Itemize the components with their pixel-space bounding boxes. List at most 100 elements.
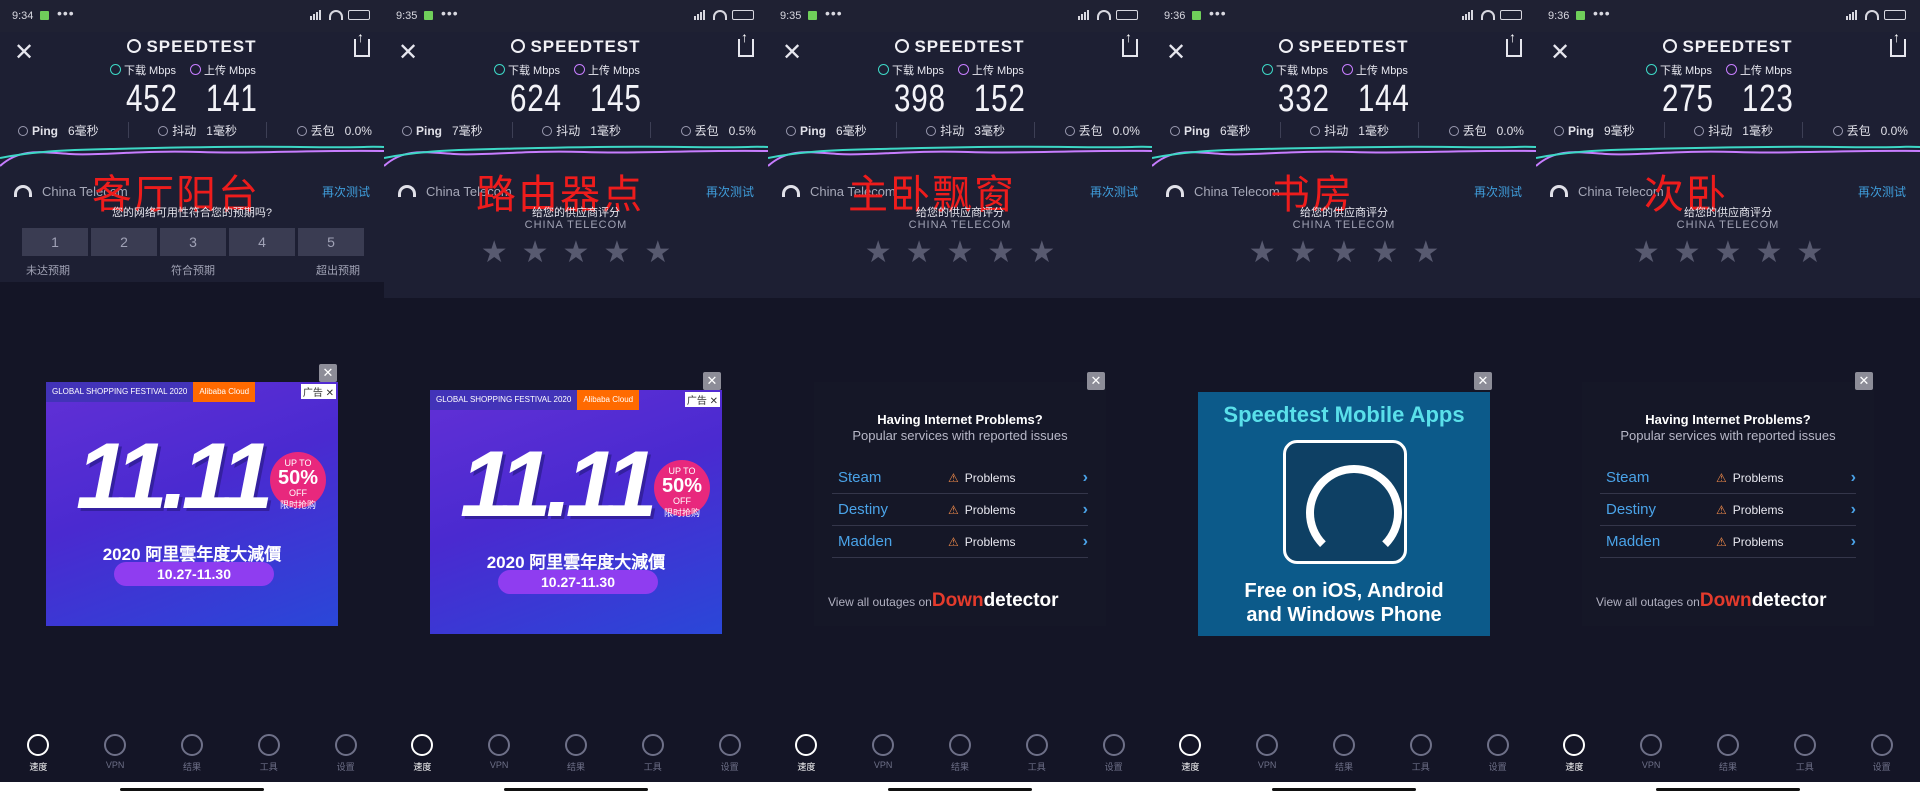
upload-icon <box>1725 64 1737 75</box>
ad-close-button[interactable]: ✕ <box>1474 372 1492 390</box>
nav-label: 设置 <box>1872 762 1891 772</box>
nav-item-speed[interactable]: 速度 <box>781 732 831 780</box>
notification-icon <box>40 11 49 20</box>
loss-stat: 丢包 0.0% <box>1064 122 1140 139</box>
nav-item-speed[interactable]: 速度 <box>1549 732 1599 780</box>
star-icon[interactable]: ★ <box>1796 238 1823 268</box>
star-icon[interactable]: ★ <box>947 238 974 268</box>
star-icon[interactable]: ★ <box>563 238 590 268</box>
nav-item-settings[interactable]: 设置 <box>1089 732 1139 780</box>
star-icon[interactable]: ★ <box>1755 238 1782 268</box>
nav-item-tools[interactable]: 工具 <box>244 732 294 780</box>
ad-banner[interactable]: GLOBAL SHOPPING FESTIVAL 2020 Alibaba Clo… <box>46 382 338 626</box>
app-title-text: SPEEDTEST <box>530 37 641 56</box>
rating-question: 您的网络可用性符合您的预期吗? <box>111 207 273 219</box>
dd-subtitle: Popular services with reported issues <box>1620 428 1836 443</box>
dd-service-row[interactable]: Madden ⚠ Problems › <box>832 526 1088 558</box>
downdetector-ad[interactable]: Having Internet Problems? Popular service… <box>1582 382 1874 626</box>
nav-item-results[interactable]: 结果 <box>1319 732 1369 780</box>
star-icon[interactable]: ★ <box>1674 238 1701 268</box>
status-time: 9:36 <box>1548 10 1570 22</box>
star-icon[interactable]: ★ <box>603 238 630 268</box>
retest-button[interactable]: 再次测试 <box>1090 183 1138 200</box>
nav-item-vpn[interactable]: VPN <box>474 732 524 780</box>
star-icon[interactable]: ★ <box>481 238 508 268</box>
star-icon[interactable]: ★ <box>987 238 1014 268</box>
ping-stat-label: Ping <box>1568 123 1594 138</box>
retest-button[interactable]: 再次测试 <box>1858 183 1906 200</box>
nav-item-tools[interactable]: 工具 <box>628 732 678 780</box>
service-status: Problems <box>1732 534 1784 549</box>
retest-button[interactable]: 再次测试 <box>322 183 370 200</box>
star-icon[interactable]: ★ <box>1331 238 1358 268</box>
upload-label-text: 上传 Mbps <box>203 65 256 77</box>
ad-banner[interactable]: GLOBAL SHOPPING FESTIVAL 2020 Alibaba Clo… <box>430 390 722 634</box>
speedtest-apps-ad[interactable]: Speedtest Mobile Apps Free on iOS, Androi… <box>1198 392 1490 636</box>
nav-item-tools[interactable]: 工具 <box>1396 732 1446 780</box>
dd-footer[interactable]: View all outages onDowndetector <box>1596 590 1827 612</box>
star-rating: ★ ★ ★ ★ ★ <box>384 238 768 268</box>
nav-item-settings[interactable]: 设置 <box>321 732 371 780</box>
star-icon[interactable]: ★ <box>865 238 892 268</box>
jitter-stat-icon <box>158 125 169 136</box>
dd-title: Having Internet Problems? <box>877 412 1043 427</box>
home-indicator[interactable] <box>120 788 264 791</box>
jitter-stat: 抖动 1毫秒 <box>542 122 621 139</box>
retest-button[interactable]: 再次测试 <box>1474 183 1522 200</box>
home-indicator[interactable] <box>1272 788 1416 791</box>
nav-item-tools[interactable]: 工具 <box>1780 732 1830 780</box>
nav-item-vpn[interactable]: VPN <box>1626 732 1676 780</box>
nav-item-settings[interactable]: 设置 <box>1857 732 1907 780</box>
ad-discount-badge: UP TO 50% OFF 限时抢购 <box>654 460 710 518</box>
star-icon[interactable]: ★ <box>1715 238 1742 268</box>
rating-option-3[interactable]: 3 <box>160 228 226 256</box>
nav-item-results[interactable]: 结果 <box>935 732 985 780</box>
rating-option-5[interactable]: 5 <box>298 228 364 256</box>
dd-footer[interactable]: View all outages onDowndetector <box>828 590 1059 612</box>
nav-label: 结果 <box>950 762 969 772</box>
star-icon[interactable]: ★ <box>1290 238 1317 268</box>
nav-item-vpn[interactable]: VPN <box>90 732 140 780</box>
star-icon[interactable]: ★ <box>1633 238 1660 268</box>
badge-cn: 限时抢购 <box>279 500 316 510</box>
star-icon[interactable]: ★ <box>1249 238 1276 268</box>
ad-close-button[interactable]: ✕ <box>1855 372 1873 390</box>
star-icon[interactable]: ★ <box>1028 238 1055 268</box>
dd-service-row[interactable]: Madden ⚠ Problems › <box>1600 526 1856 558</box>
nav-item-settings[interactable]: 设置 <box>1473 732 1523 780</box>
rating-option-4[interactable]: 4 <box>229 228 295 256</box>
rating-option-1[interactable]: 1 <box>22 228 88 256</box>
star-icon[interactable]: ★ <box>522 238 549 268</box>
retest-button[interactable]: 再次测试 <box>706 183 754 200</box>
more-notifications-icon: ••• <box>1209 5 1227 21</box>
ping-stat-label: Ping <box>416 123 442 138</box>
dd-service-row[interactable]: Destiny ⚠ Problems › <box>1600 494 1856 526</box>
ad-close-button[interactable]: ✕ <box>319 364 337 382</box>
ad-close-button[interactable]: ✕ <box>1087 372 1105 390</box>
ad-close-button[interactable]: ✕ <box>703 372 721 390</box>
star-icon[interactable]: ★ <box>1371 238 1398 268</box>
star-icon[interactable]: ★ <box>1412 238 1439 268</box>
nav-item-results[interactable]: 结果 <box>167 732 217 780</box>
nav-item-results[interactable]: 结果 <box>1703 732 1753 780</box>
nav-item-vpn[interactable]: VPN <box>858 732 908 780</box>
home-indicator[interactable] <box>1656 788 1800 791</box>
nav-item-settings[interactable]: 设置 <box>705 732 755 780</box>
nav-item-speed[interactable]: 速度 <box>1165 732 1215 780</box>
star-icon[interactable]: ★ <box>906 238 933 268</box>
dd-service-row[interactable]: Destiny ⚠ Problems › <box>832 494 1088 526</box>
downdetector-ad[interactable]: Having Internet Problems? Popular service… <box>814 382 1106 626</box>
nav-item-vpn[interactable]: VPN <box>1242 732 1292 780</box>
home-indicator[interactable] <box>504 788 648 791</box>
home-indicator[interactable] <box>888 788 1032 791</box>
star-icon[interactable]: ★ <box>644 238 671 268</box>
dd-service-row[interactable]: Steam ⚠ Problems › <box>832 462 1088 494</box>
nav-item-tools[interactable]: 工具 <box>1012 732 1062 780</box>
chevron-right-icon: › <box>1082 532 1088 550</box>
nav-item-speed[interactable]: 速度 <box>13 732 63 780</box>
rate-provider-prompt: 给您的供应商评分 <box>1684 207 1772 219</box>
nav-item-results[interactable]: 结果 <box>551 732 601 780</box>
rating-option-2[interactable]: 2 <box>91 228 157 256</box>
dd-service-row[interactable]: Steam ⚠ Problems › <box>1600 462 1856 494</box>
nav-item-speed[interactable]: 速度 <box>397 732 447 780</box>
